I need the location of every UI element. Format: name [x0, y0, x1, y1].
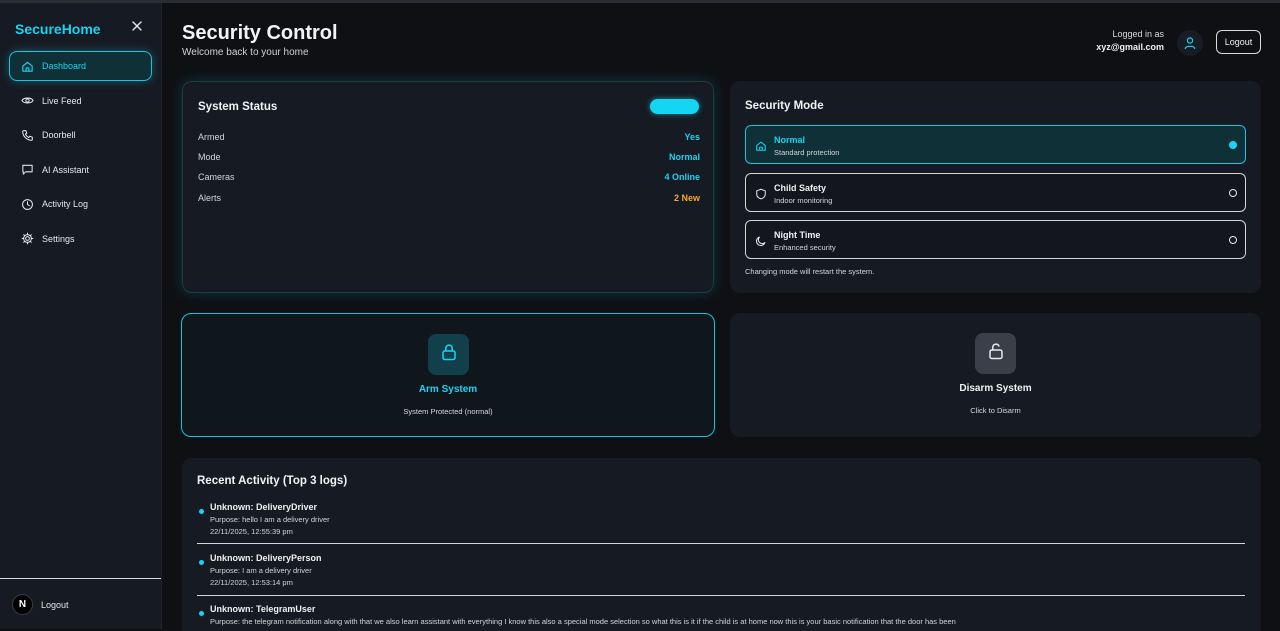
- sidebar-divider: [0, 578, 161, 579]
- user-icon[interactable]: [1177, 30, 1203, 56]
- eye-icon: [21, 94, 34, 107]
- activity-name: Unknown: DeliveryPerson: [210, 553, 322, 563]
- mode-option-night-time[interactable]: Night Time Enhanced security: [745, 220, 1246, 259]
- sidebar-logout-label: Logout: [41, 599, 69, 610]
- security-mode-title: Security Mode: [745, 100, 824, 112]
- sidebar-item-ai-assistant[interactable]: AI Assistant: [9, 155, 152, 185]
- arm-system-subtitle: System Protected (normal): [403, 407, 493, 416]
- activity-purpose: Purpose: I am a delivery driver: [210, 566, 312, 575]
- logout-button[interactable]: Logout: [1216, 30, 1261, 54]
- lock-icon-box: [428, 334, 469, 375]
- status-key: Alerts: [198, 193, 222, 203]
- sidebar-item-label: Activity Log: [42, 199, 89, 209]
- status-row-cameras: Cameras 4 Online: [198, 172, 700, 182]
- system-status-title: System Status: [198, 101, 278, 113]
- activity-dot: [199, 509, 204, 514]
- status-row-alerts: Alerts 2 New: [198, 193, 700, 203]
- mode-description: Indoor monitoring: [774, 196, 833, 205]
- arm-system-button[interactable]: Arm System System Protected (normal): [181, 313, 715, 437]
- avatar: N: [12, 594, 33, 615]
- mode-name: Child Safety: [774, 183, 827, 193]
- mode-name: Normal: [774, 135, 806, 145]
- mode-description: Enhanced security: [774, 243, 836, 252]
- arm-system-title: Arm System: [418, 384, 478, 395]
- status-key: Armed: [198, 132, 225, 142]
- status-row-mode: Mode Normal: [198, 152, 700, 162]
- mode-description: Standard protection: [774, 148, 840, 157]
- phone-icon: [21, 129, 34, 142]
- brand-logo[interactable]: SecureHome: [15, 21, 101, 37]
- status-key: Cameras: [198, 172, 235, 182]
- status-value: 4 Online: [664, 172, 700, 182]
- mode-radio[interactable]: [1229, 236, 1237, 244]
- mode-radio-selected[interactable]: [1229, 141, 1237, 149]
- disarm-system-title: Disarm System: [959, 383, 1032, 394]
- sidebar-item-settings[interactable]: Settings: [9, 224, 152, 254]
- sidebar-logout-button[interactable]: N Logout: [12, 594, 69, 615]
- status-indicator: [650, 99, 699, 114]
- system-status-card: System Status Armed Yes Mode Normal Came…: [182, 81, 714, 293]
- home-icon: [755, 139, 767, 151]
- status-row-armed: Armed Yes: [198, 132, 700, 142]
- page-title: Security Control: [182, 22, 338, 44]
- sidebar-item-label: Live Feed: [42, 95, 82, 106]
- sidebar-item-dashboard[interactable]: Dashboard: [9, 51, 152, 81]
- disarm-system-button[interactable]: Disarm System Click to Disarm: [730, 313, 1261, 437]
- page-subtitle: Welcome back to your home: [182, 47, 309, 58]
- sidebar-item-activity-log[interactable]: Activity Log: [9, 189, 152, 219]
- divider: [197, 543, 1245, 544]
- status-value: Yes: [684, 132, 700, 142]
- activity-purpose: Purpose: the telegram notification along…: [210, 617, 956, 626]
- unlock-icon: [986, 341, 1006, 366]
- app-root: SecureHome Dashboard Live Feed Doorbell …: [0, 0, 1280, 631]
- lock-icon: [439, 342, 459, 367]
- moon-icon: [755, 234, 767, 246]
- user-info: Logged in as xyz@gmail.com: [1064, 29, 1164, 52]
- recent-activity-card: Recent Activity (Top 3 logs) Unknown: De…: [182, 458, 1261, 631]
- status-value: Normal: [668, 152, 700, 162]
- mode-note: Changing mode will restart the system.: [745, 267, 875, 276]
- security-mode-card: Security Mode Normal Standard protection…: [730, 81, 1261, 293]
- mode-name: Night Time: [774, 230, 821, 240]
- activity-name: Unknown: TelegramUser: [210, 604, 316, 614]
- home-icon: [21, 60, 34, 73]
- activity-dot: [199, 560, 204, 565]
- message-icon: [21, 163, 34, 176]
- sidebar-item-live-feed[interactable]: Live Feed: [9, 86, 152, 116]
- logged-in-label: Logged in as: [1112, 29, 1164, 39]
- sidebar-item-label: Settings: [42, 233, 75, 244]
- close-sidebar-icon[interactable]: [130, 19, 144, 33]
- sidebar-nav: Dashboard Live Feed Doorbell AI Assistan…: [9, 51, 152, 258]
- mode-option-normal[interactable]: Normal Standard protection: [745, 125, 1246, 164]
- unlock-icon-box: [975, 333, 1016, 374]
- user-email: xyz@gmail.com: [1096, 42, 1164, 52]
- sidebar-item-label: Dashboard: [42, 61, 87, 71]
- sidebar-item-doorbell[interactable]: Doorbell: [9, 120, 152, 150]
- disarm-system-subtitle: Click to Disarm: [970, 406, 1021, 415]
- mode-option-child-safety[interactable]: Child Safety Indoor monitoring: [745, 173, 1246, 212]
- window-top-border: [0, 0, 1280, 3]
- shield-icon: [755, 187, 767, 200]
- activity-time: 22/11/2025, 12:55:39 pm: [210, 527, 293, 536]
- sidebar-item-label: AI Assistant: [42, 164, 90, 175]
- sidebar: SecureHome Dashboard Live Feed Doorbell …: [0, 3, 162, 629]
- activity-name: Unknown: DeliveryDriver: [210, 502, 318, 512]
- status-value: 2 New: [673, 193, 700, 203]
- activity-time: 22/11/2025, 12:53:14 pm: [210, 578, 293, 587]
- divider: [197, 595, 1245, 596]
- recent-activity-title: Recent Activity (Top 3 logs): [197, 475, 348, 487]
- activity-dot: [199, 611, 204, 616]
- mode-radio[interactable]: [1229, 189, 1237, 197]
- clock-icon: [21, 198, 34, 211]
- status-key: Mode: [198, 152, 221, 162]
- activity-purpose: Purpose: hello I am a delivery driver: [210, 515, 330, 524]
- sidebar-item-label: Doorbell: [42, 130, 76, 140]
- gear-icon: [21, 232, 34, 245]
